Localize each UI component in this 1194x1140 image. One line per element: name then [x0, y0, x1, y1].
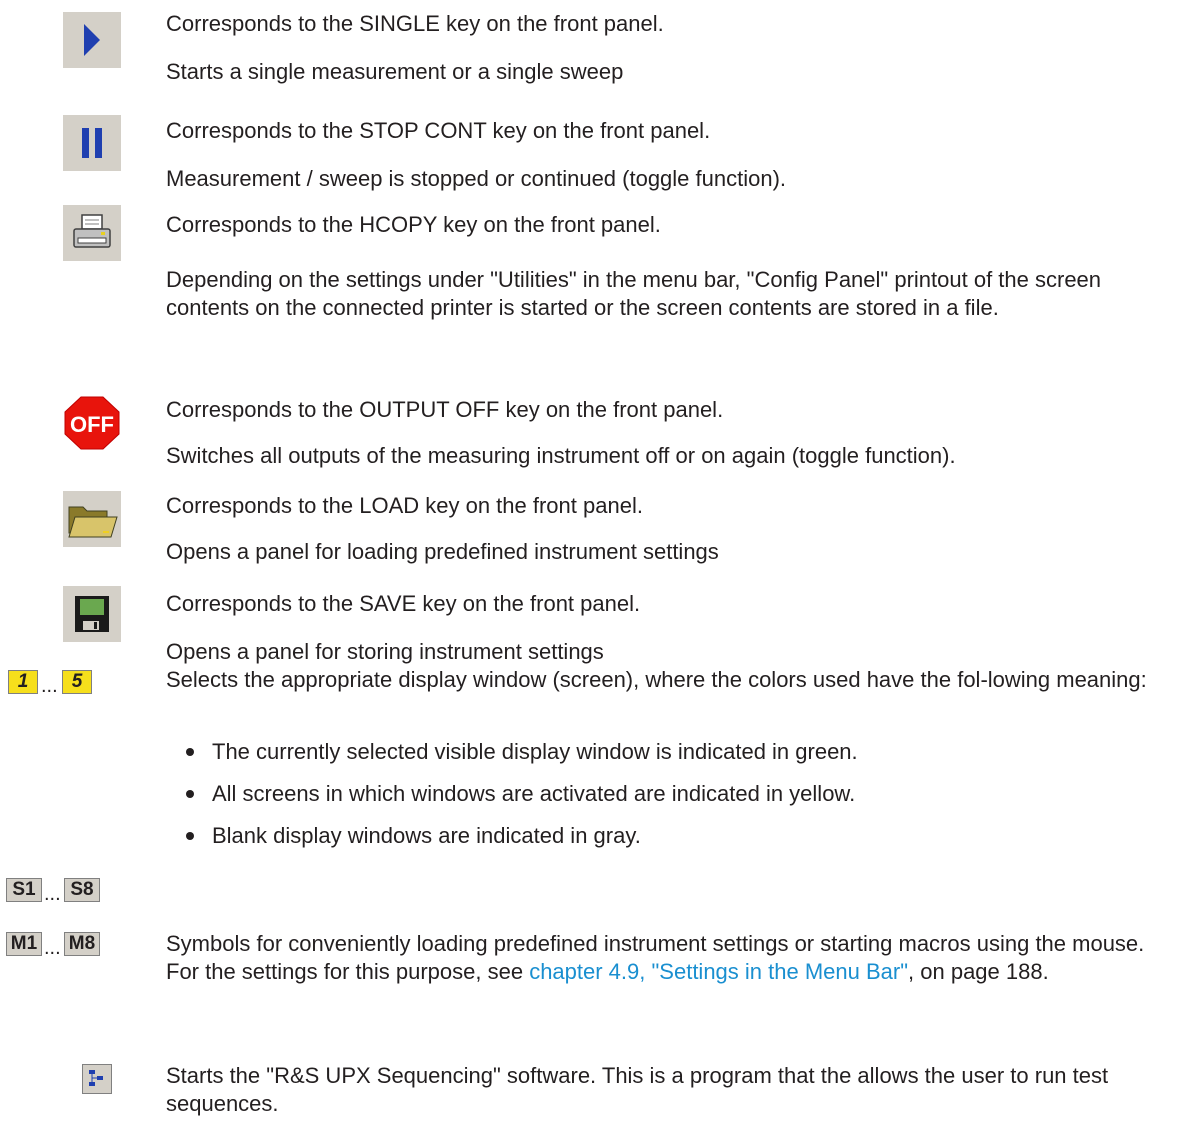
save-line1: Corresponds to the SAVE key on the front… [166, 591, 641, 616]
stop-line1: Corresponds to the STOP CONT key on the … [166, 118, 711, 143]
bullet-yellow: All screens in which windows are activat… [212, 781, 856, 806]
settings-menu-bar-link[interactable]: chapter 4.9, "Settings in the Menu Bar" [529, 959, 908, 984]
bullet-dot [186, 790, 194, 798]
off-line1: Corresponds to the OUTPUT OFF key on the… [166, 397, 724, 422]
off-line2: Switches all outputs of the measuring in… [166, 443, 956, 468]
bullet-gray: Blank display windows are indicated in g… [212, 823, 641, 848]
svg-text:OFF: OFF [70, 412, 114, 437]
printer-icon [63, 205, 121, 261]
hcopy-line2: Depending on the settings under "Utiliti… [166, 267, 1102, 320]
screen-1-icon: 1 [8, 670, 38, 694]
macros-text-after: , on page 188. [908, 959, 1049, 984]
screen-ellipsis: ... [41, 675, 58, 697]
m8-icon: M8 [64, 932, 100, 956]
bullet-dot [186, 748, 194, 756]
s-ellipsis: ... [44, 883, 61, 905]
pause-icon [63, 115, 121, 171]
screen-5-icon: 5 [62, 670, 92, 694]
macros-text: Symbols for conveniently loading predefi… [166, 930, 1176, 986]
stop-line2: Measurement / sweep is stopped or contin… [166, 166, 787, 191]
sequencing-text: Starts the "R&S UPX Sequencing" software… [166, 1063, 1109, 1116]
m1-icon: M1 [6, 932, 42, 956]
save-line2: Opens a panel for storing instrument set… [166, 639, 604, 664]
single-line1: Corresponds to the SINGLE key on the fro… [166, 11, 664, 36]
floppy-disk-icon [63, 586, 121, 642]
m-ellipsis: ... [44, 937, 61, 959]
load-line2: Opens a panel for loading predefined ins… [166, 539, 719, 564]
output-off-icon: OFF [63, 395, 121, 451]
bullet-green: The currently selected visible display w… [212, 739, 858, 764]
s8-icon: S8 [64, 878, 100, 902]
sequencing-icon [82, 1064, 112, 1094]
s1-icon: S1 [6, 878, 42, 902]
single-play-icon [63, 12, 121, 68]
single-line2: Starts a single measurement or a single … [166, 59, 624, 84]
screens-text: Selects the appropriate display window (… [166, 667, 1147, 692]
hcopy-line1: Corresponds to the HCOPY key on the fron… [166, 212, 661, 237]
bullet-dot [186, 832, 194, 840]
load-line1: Corresponds to the LOAD key on the front… [166, 493, 643, 518]
folder-icon [63, 491, 121, 547]
